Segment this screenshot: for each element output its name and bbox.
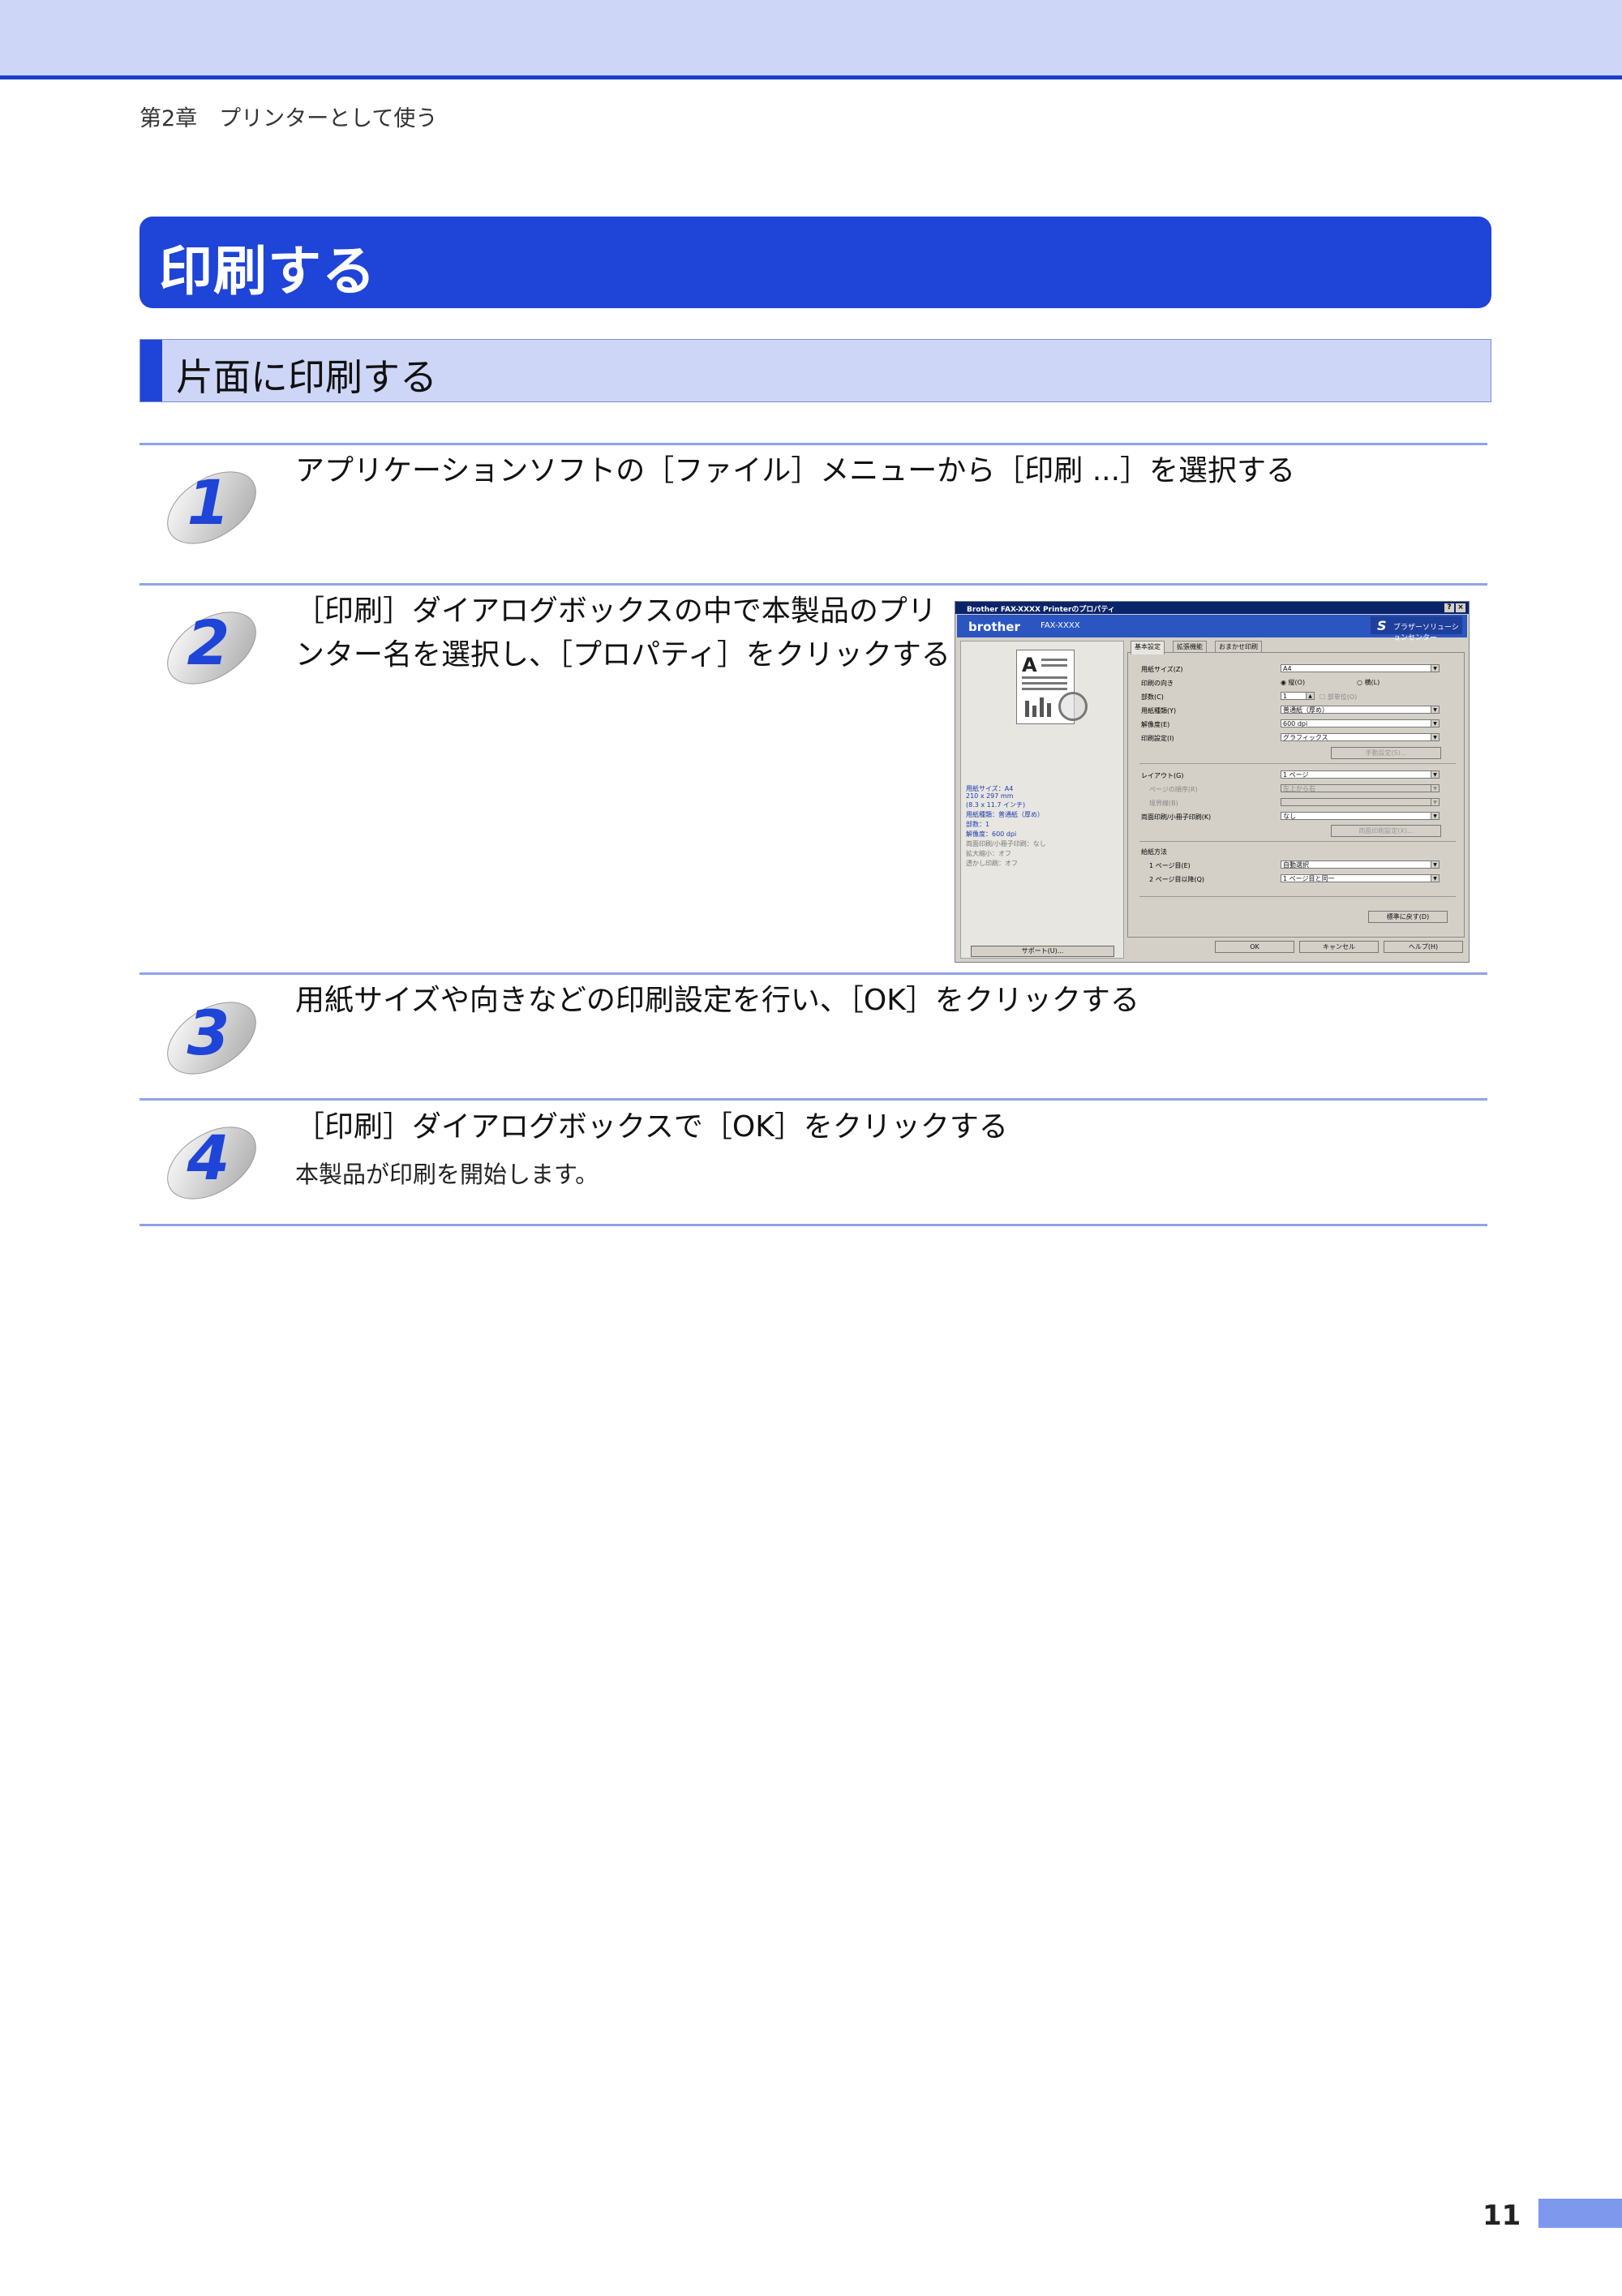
brand-logo: brother xyxy=(968,620,1020,634)
first-page-label: 1 ページ目(E) xyxy=(1149,862,1191,869)
duplex-label: 両面印刷/小冊子印刷(K) xyxy=(1141,813,1212,821)
layout-select[interactable]: 1 ページ ▼ xyxy=(1281,770,1440,779)
print-setting-label: 印刷設定(I) xyxy=(1141,735,1174,742)
help-button[interactable]: ヘルプ(H) xyxy=(1384,941,1463,953)
solutions-label: ブラザーソリューションセンター xyxy=(1393,624,1459,642)
dropdown-arrow-icon: ▼ xyxy=(1431,734,1439,740)
manual-settings-button[interactable]: 手動設定(S)... xyxy=(1331,747,1441,759)
step-number-badge-3: 3 xyxy=(167,997,256,1075)
page-number: 11 xyxy=(1483,2199,1521,2232)
step-2-text-line2: ンター名を選択し、［プロパティ］をクリックする xyxy=(295,638,950,672)
dropdown-arrow-icon: ▼ xyxy=(1431,665,1439,672)
cancel-button[interactable]: キャンセル xyxy=(1299,941,1379,953)
tab-basic[interactable]: 基本設定 xyxy=(1131,641,1165,654)
dialog-title: Brother FAX-XXXX Printerのプロパティ xyxy=(967,606,1115,614)
dropdown-arrow-icon: ▼ xyxy=(1431,875,1439,882)
support-button[interactable]: サポート(U)... xyxy=(971,946,1114,957)
dropdown-arrow-icon: ▼ xyxy=(1431,785,1439,792)
step-4-subtext: 本製品が印刷を開始します。 xyxy=(295,1161,599,1188)
summary-line: 解像度：600 dpi xyxy=(966,830,1017,838)
summary-line: 用紙種類：普通紙（厚め） xyxy=(966,811,1044,818)
section-title-bar: 印刷する xyxy=(139,217,1491,308)
collate-checkbox[interactable]: ☐ 部単位(O) xyxy=(1319,693,1357,702)
portrait-radio[interactable]: ◉ 縦(O) xyxy=(1281,678,1305,687)
section-title: 印刷する xyxy=(159,240,376,303)
solutions-icon: S xyxy=(1377,618,1387,633)
step-number: 2 xyxy=(187,607,230,679)
help-title-button[interactable]: ? xyxy=(1444,603,1454,612)
divider xyxy=(1139,763,1456,764)
other-pages-select[interactable]: 1 ページ目と同一 ▼ xyxy=(1281,874,1440,882)
divider xyxy=(1139,841,1456,842)
orientation-label: 印刷の向き xyxy=(1141,680,1174,687)
dropdown-arrow-icon: ▼ xyxy=(1431,720,1439,727)
close-button[interactable]: × xyxy=(1456,603,1465,612)
copies-field[interactable]: 1 ▲ xyxy=(1281,692,1315,700)
basic-settings-pane: 用紙サイズ(Z) A4 ▼ 印刷の向き ◉ 縦(O) ○ 横(L) 部数(C) 1… xyxy=(1127,652,1465,938)
subsection-title: 片面に印刷する xyxy=(176,355,437,399)
spinner-icon: ▲ xyxy=(1306,693,1314,699)
default-button[interactable]: 標準に戻す(D) xyxy=(1368,911,1448,923)
step-divider xyxy=(139,1224,1487,1226)
step-number-badge-1: 1 xyxy=(167,466,256,544)
step-number: 1 xyxy=(187,466,230,539)
page-order-label: ページの順序(R) xyxy=(1149,786,1198,793)
ok-button[interactable]: OK xyxy=(1215,941,1294,953)
print-setting-select[interactable]: グラフィックス ▼ xyxy=(1281,733,1440,741)
page-number-bar xyxy=(1538,2199,1622,2228)
magnifier-icon xyxy=(1058,692,1088,721)
step-divider xyxy=(139,443,1487,445)
step-number-badge-2: 2 xyxy=(167,607,256,685)
step-1-text: アプリケーションソフトの［ファイル］メニューから［印刷 ...］を選択する xyxy=(295,454,1296,487)
step-number: 4 xyxy=(187,1122,230,1194)
border-label: 境界線(B) xyxy=(1149,800,1178,807)
resolution-label: 解像度(E) xyxy=(1141,721,1170,728)
paper-size-label: 用紙サイズ(Z) xyxy=(1141,666,1183,673)
duplex-select[interactable]: なし ▼ xyxy=(1281,812,1440,820)
summary-line: 拡大縮小：オフ xyxy=(966,850,1011,857)
summary-line: 部数：1 xyxy=(966,821,990,828)
dialog-titlebar: Brother FAX-XXXX Printerのプロパティ ? × xyxy=(955,602,1469,614)
dropdown-arrow-icon: ▼ xyxy=(1431,799,1439,805)
first-page-select[interactable]: 自動選択 ▼ xyxy=(1281,860,1440,869)
chapter-heading: 第2章 プリンターとして使う xyxy=(139,106,438,131)
settings-summary-panel: A 用紙サイズ：A4 210 x 297 mm (8.3 x 11.7 インチ)… xyxy=(960,641,1124,959)
resolution-select[interactable]: 600 dpi ▼ xyxy=(1281,719,1440,727)
summary-line: (8.3 x 11.7 インチ) xyxy=(966,801,1026,809)
step-number: 3 xyxy=(187,997,230,1069)
paper-size-select[interactable]: A4 ▼ xyxy=(1281,664,1440,672)
printer-properties-dialog: Brother FAX-XXXX Printerのプロパティ ? × broth… xyxy=(955,601,1470,963)
step-4-text: ［印刷］ダイアログボックスで［OK］をクリックする xyxy=(295,1110,1008,1144)
landscape-radio[interactable]: ○ 横(L) xyxy=(1357,678,1380,687)
step-divider xyxy=(139,1098,1487,1101)
divider xyxy=(1139,896,1456,897)
step-divider xyxy=(139,583,1487,586)
solutions-center-button[interactable]: S ブラザーソリューションセンター xyxy=(1371,616,1462,642)
model-name: FAX-XXXX xyxy=(1041,621,1080,630)
step-divider xyxy=(139,972,1487,975)
media-type-select[interactable]: 普通紙（厚め） ▼ xyxy=(1281,706,1440,714)
summary-line: 210 x 297 mm xyxy=(966,792,1014,800)
summary-line: 透かし印刷：オフ xyxy=(966,860,1018,867)
paper-source-label: 給紙方法 xyxy=(1141,848,1167,856)
dropdown-arrow-icon: ▼ xyxy=(1431,771,1439,778)
dropdown-arrow-icon: ▼ xyxy=(1431,813,1439,819)
header-band xyxy=(0,0,1622,79)
subsection-title-bar: 片面に印刷する xyxy=(139,339,1491,402)
other-pages-label: 2 ページ目以降(Q) xyxy=(1149,876,1205,883)
media-type-label: 用紙種類(Y) xyxy=(1141,707,1177,715)
summary-line: 両面印刷/小冊子印刷：なし xyxy=(966,840,1046,848)
subsection-accent xyxy=(140,340,162,401)
border-select[interactable]: ▼ xyxy=(1281,798,1440,806)
svg-text:A: A xyxy=(1022,654,1037,676)
step-number-badge-4: 4 xyxy=(167,1122,256,1199)
layout-label: レイアウト(G) xyxy=(1141,772,1184,779)
dropdown-arrow-icon: ▼ xyxy=(1431,861,1439,868)
page-order-select[interactable]: 左上から右 ▼ xyxy=(1281,784,1440,792)
duplex-settings-button[interactable]: 両面印刷設定(X)... xyxy=(1331,825,1441,837)
dropdown-arrow-icon: ▼ xyxy=(1431,706,1439,713)
step-2-text-line1: ［印刷］ダイアログボックスの中で本製品のプリ xyxy=(295,594,937,628)
copies-label: 部数(C) xyxy=(1141,693,1164,701)
step-3-text: 用紙サイズや向きなどの印刷設定を行い、［OK］をクリックする xyxy=(295,984,1139,1017)
